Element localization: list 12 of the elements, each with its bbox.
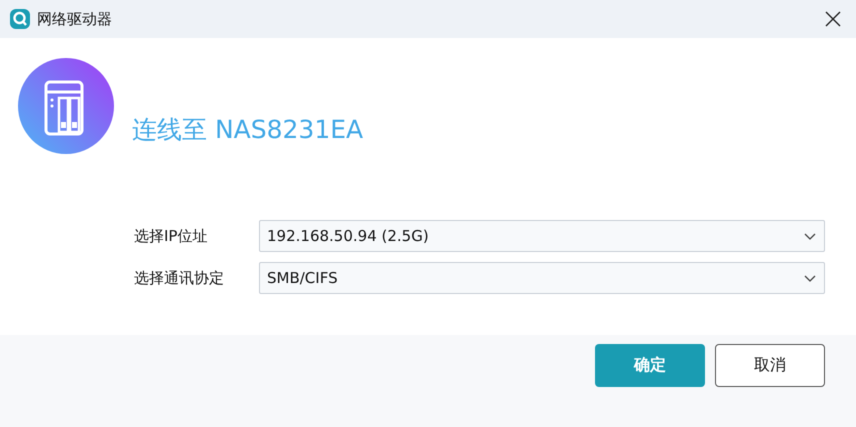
field-label: 选择通讯协定 (134, 268, 225, 288)
close-icon (825, 11, 841, 27)
window-title: 网络驱动器 (37, 10, 113, 28)
app-icon (9, 8, 31, 30)
cancel-button[interactable]: 取消 (715, 344, 825, 387)
heading: 连线至 NAS8231EA (132, 114, 364, 146)
nas-logo-icon (18, 58, 114, 154)
dropdown[interactable]: SMB/CIFS (259, 262, 825, 294)
field-label: 选择IP位址 (134, 226, 208, 246)
chevron-down-icon (804, 274, 816, 282)
dropdown[interactable]: 192.168.50.94 (2.5G) (259, 220, 825, 252)
chevron-down-icon (804, 232, 816, 240)
